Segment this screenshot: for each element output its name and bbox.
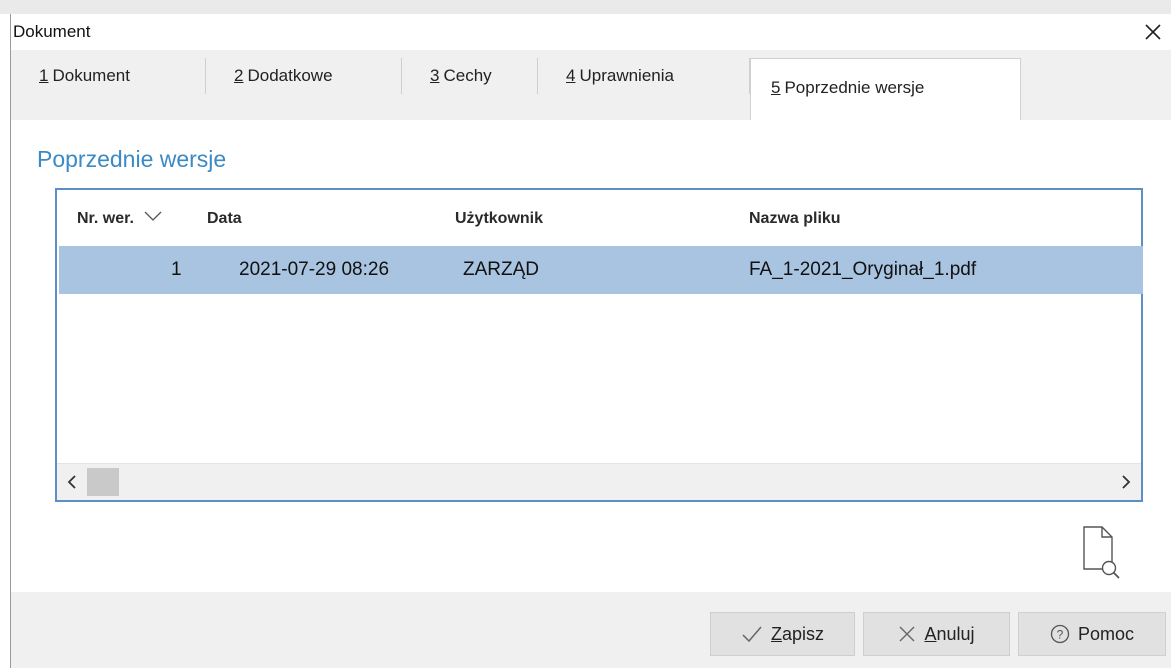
- chevron-right-icon: [1122, 475, 1131, 489]
- window-title: Dokument: [13, 22, 91, 41]
- tab-number: 1: [39, 66, 49, 85]
- tab-uprawnienia[interactable]: 4 Uprawnienia: [538, 58, 750, 94]
- tab-label: Dodatkowe: [247, 66, 333, 85]
- dialog-window: Dokument 1 Dokument 2 Dodatkowe 3 Cechy 4 Up…: [10, 14, 1171, 668]
- dialog-footer: Zapisz Anuluj ? Pomoc: [11, 597, 1171, 668]
- scroll-right-button[interactable]: [1111, 464, 1141, 500]
- tab-poprzednie-wersje[interactable]: 5 Poprzednie wersje: [750, 58, 1021, 120]
- save-label: Zapisz: [770, 623, 825, 644]
- sort-descending-icon: [144, 211, 162, 221]
- cancel-button[interactable]: Anuluj: [863, 612, 1010, 656]
- table-row[interactable]: 1 2021-07-29 08:26 ZARZĄD FA_1-2021_Oryg…: [59, 246, 1143, 294]
- tab-label: Cechy: [443, 66, 492, 85]
- horizontal-scrollbar[interactable]: [57, 463, 1141, 500]
- versions-grid[interactable]: Nr. wer. Data Użytkownik Nazwa pliku 1 2…: [55, 188, 1143, 502]
- help-button[interactable]: ? Pomoc: [1018, 612, 1166, 656]
- check-icon: [742, 626, 762, 643]
- cell-date: 2021-07-29 08:26: [239, 259, 390, 280]
- cell-filename: FA_1-2021_Oryginał_1.pdf: [749, 259, 977, 280]
- column-header-version[interactable]: Nr. wer.: [77, 210, 162, 228]
- column-header-date[interactable]: Data: [207, 210, 242, 228]
- tab-content: Poprzednie wersje Nr. wer. Data Użytkown…: [11, 120, 1171, 592]
- chevron-left-icon: [67, 475, 76, 489]
- preview-file-button[interactable]: [1081, 524, 1121, 580]
- column-header-user[interactable]: Użytkownik: [455, 210, 543, 228]
- tab-bar: 1 Dokument 2 Dodatkowe 3 Cechy 4 Uprawnienia…: [11, 50, 1171, 120]
- tab-dodatkowe[interactable]: 2 Dodatkowe: [206, 58, 402, 94]
- close-icon: [1145, 24, 1161, 40]
- column-header-filename[interactable]: Nazwa pliku: [749, 210, 841, 228]
- tab-label: Dokument: [52, 66, 130, 85]
- document-preview-icon: [1083, 526, 1120, 579]
- cell-user: ZARZĄD: [463, 259, 539, 280]
- tab-number: 3: [430, 66, 440, 85]
- tab-number: 2: [234, 66, 244, 85]
- column-header-label: Nr. wer.: [77, 210, 134, 227]
- grid-header: Nr. wer. Data Użytkownik Nazwa pliku: [57, 190, 1141, 244]
- tab-label: Uprawnienia: [579, 66, 674, 85]
- tab-number: 4: [566, 66, 576, 85]
- tab-label: Poprzednie wersje: [784, 78, 925, 97]
- cancel-label: Anuluj: [924, 623, 975, 644]
- scroll-thumb[interactable]: [87, 468, 119, 496]
- save-button[interactable]: Zapisz: [710, 612, 855, 656]
- tab-dokument[interactable]: 1 Dokument: [11, 58, 206, 94]
- cell-version: 1: [171, 259, 182, 280]
- help-icon: ?: [1050, 624, 1070, 644]
- scroll-left-button[interactable]: [57, 464, 87, 500]
- help-label: Pomoc: [1077, 623, 1135, 644]
- tab-number: 5: [771, 78, 781, 97]
- background-window-strip: [0, 0, 1171, 14]
- x-icon: [899, 626, 915, 642]
- svg-text:?: ?: [1057, 628, 1064, 642]
- tab-cechy[interactable]: 3 Cechy: [402, 58, 538, 94]
- section-title: Poprzednie wersje: [37, 146, 227, 172]
- title-bar: Dokument: [11, 14, 1171, 50]
- close-button[interactable]: [1136, 16, 1170, 48]
